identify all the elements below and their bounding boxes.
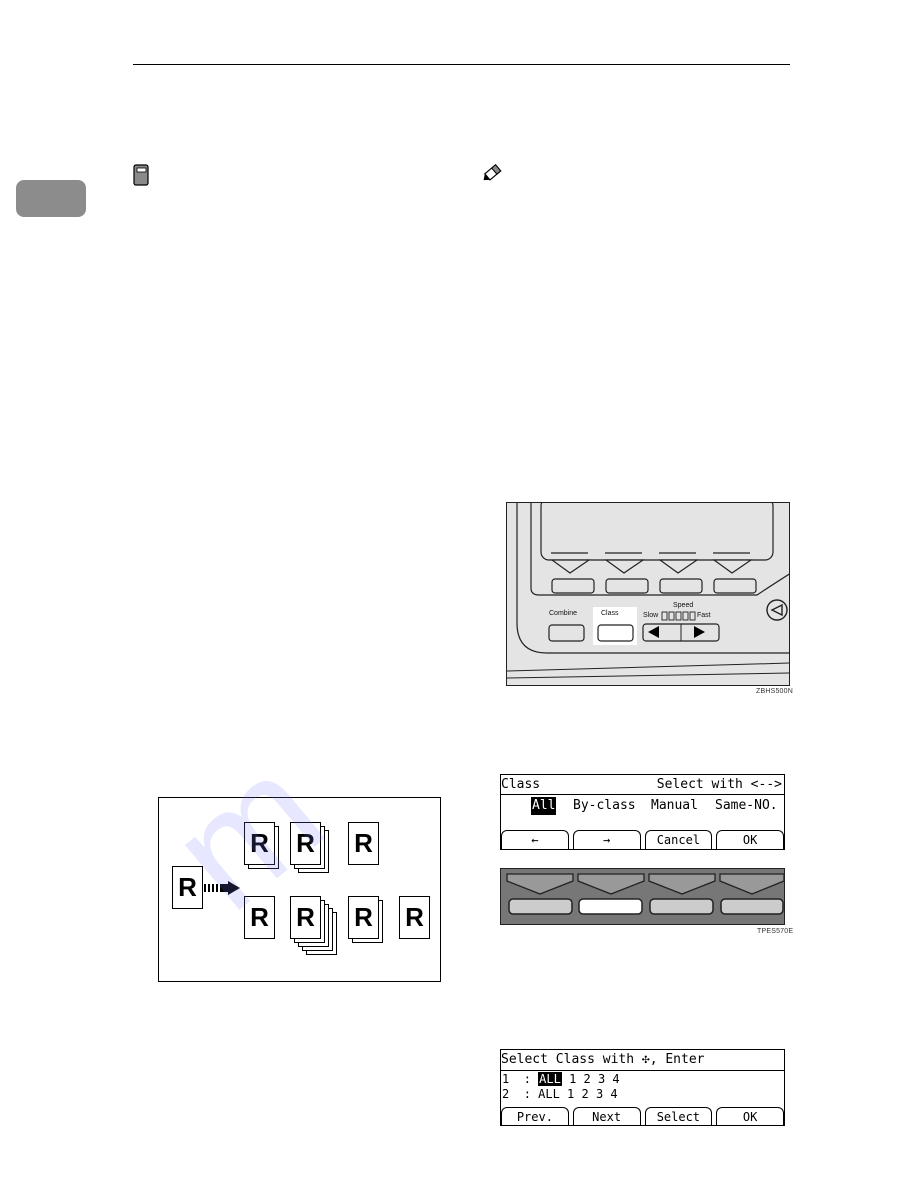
- sorted-sheet: R: [244, 822, 275, 865]
- header-rule: [133, 64, 790, 65]
- chapter-tab: [16, 180, 86, 217]
- original-sheet: R: [172, 866, 203, 909]
- slow-label: Slow: [643, 612, 659, 619]
- option-all[interactable]: All: [531, 797, 557, 815]
- sorted-sheet: R: [399, 896, 430, 939]
- figure-code: ZBHS500N: [756, 688, 794, 695]
- next-button[interactable]: Next: [572, 1107, 641, 1125]
- prev-button[interactable]: Prev.: [501, 1107, 569, 1125]
- class-label: Class: [601, 610, 619, 617]
- option-by-class[interactable]: By-class: [573, 797, 636, 815]
- fast-label: Fast: [697, 612, 711, 619]
- right-arrow-key[interactable]: →: [572, 830, 641, 849]
- select-class-lcd-screen: Select Class with ✣, Enter 1 : ALL 1 2 3…: [500, 1049, 785, 1126]
- selected-all[interactable]: ALL: [538, 1072, 562, 1086]
- option-manual[interactable]: Manual: [651, 797, 698, 815]
- sorted-sheet: R: [348, 896, 379, 939]
- class-lcd-screen: Class Select with <--> All By-class Manu…: [500, 774, 785, 850]
- sorted-sheet: R: [290, 896, 321, 939]
- figure-code: TPES570E: [757, 928, 794, 935]
- lcd-hint: Select with <-->: [656, 777, 782, 792]
- option-same-no[interactable]: Same-NO.: [715, 797, 778, 815]
- sorted-sheet: R: [244, 896, 275, 939]
- ok-button[interactable]: OK: [716, 1107, 784, 1125]
- sorted-sheet: R: [348, 822, 379, 865]
- control-panel-illustration: Combine Class Speed Slow Fast: [506, 502, 790, 686]
- combine-label: Combine: [549, 610, 578, 617]
- lcd-header: Class Select with <-->: [501, 775, 784, 795]
- select-button[interactable]: Select: [644, 1107, 713, 1125]
- arrow-icon: [204, 881, 240, 895]
- lcd-title: Class: [501, 777, 541, 792]
- pencil-icon: [483, 163, 502, 181]
- lcd-title: Select Class with ✣, Enter: [501, 1052, 705, 1067]
- class-row-1: 1 : ALL 1 2 3 4: [502, 1072, 620, 1086]
- cancel-button[interactable]: Cancel: [644, 830, 713, 849]
- speed-label: Speed: [673, 602, 694, 609]
- sort-diagram: RRRRRRRR: [158, 797, 441, 982]
- sorted-sheet: R: [290, 822, 321, 865]
- left-arrow-key[interactable]: ←: [501, 830, 569, 849]
- class-row-2: 2 : ALL 1 2 3 4: [502, 1087, 618, 1101]
- book-icon: [133, 164, 149, 186]
- selection-keys-illustration: [500, 868, 785, 925]
- ok-button[interactable]: OK: [716, 830, 784, 849]
